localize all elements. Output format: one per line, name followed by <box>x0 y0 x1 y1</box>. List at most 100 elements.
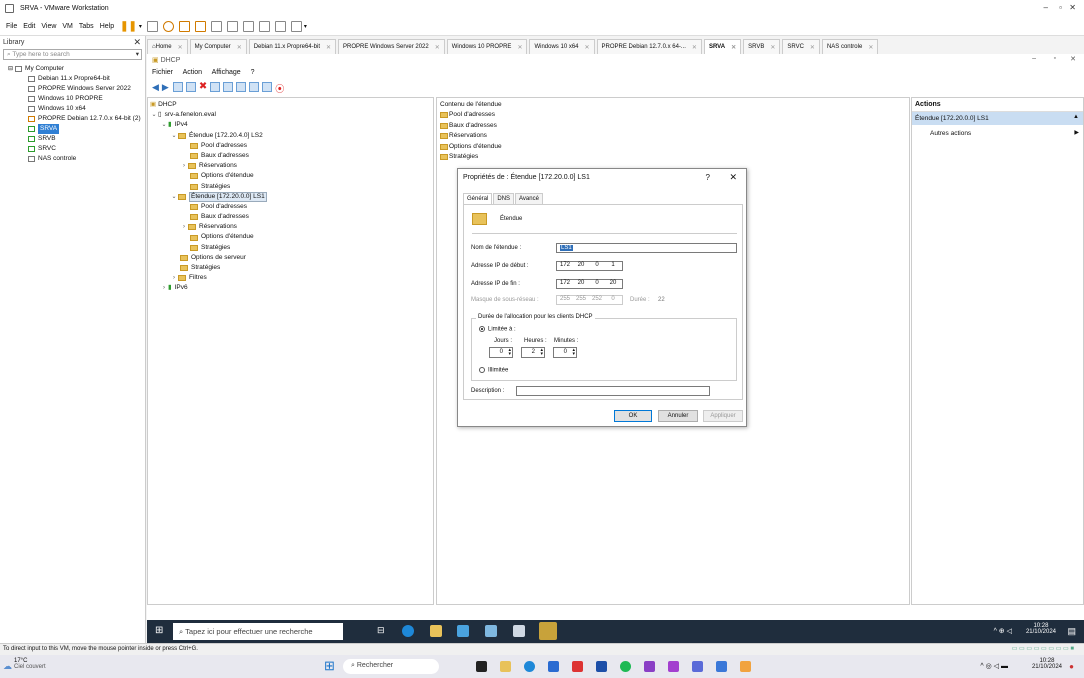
chevron-right-icon[interactable]: › <box>180 222 188 232</box>
tree-item[interactable]: Pool d'adresses <box>148 141 433 151</box>
tab-close-icon[interactable]: ✕ <box>810 44 815 54</box>
menu-file[interactable]: File <box>6 23 17 30</box>
chevron-right-icon[interactable]: › <box>180 161 188 171</box>
windows-start-icon[interactable]: ⊞ <box>155 625 163 636</box>
tab-close-icon[interactable]: ✕ <box>326 44 331 54</box>
menu-tabs[interactable]: Tabs <box>79 23 94 30</box>
content-item[interactable]: Pool d'adresses <box>440 110 906 121</box>
edge-icon[interactable] <box>524 661 535 672</box>
stretch-guest-icon[interactable] <box>290 21 302 32</box>
view-icon[interactable] <box>262 82 273 92</box>
menu-help[interactable]: Help <box>100 23 114 30</box>
app-icon[interactable] <box>692 661 703 672</box>
mmc-menu-fichier[interactable]: Fichier <box>152 69 173 76</box>
pause-icon[interactable]: ❚❚ <box>120 21 137 32</box>
tab-nas-controle[interactable]: NAS controle ✕ <box>821 39 879 54</box>
help-icon[interactable] <box>249 82 260 92</box>
revert-snapshot-icon[interactable] <box>178 21 190 32</box>
spin-arrows-icon[interactable]: ▴ ▾ <box>540 348 543 357</box>
days-spinner[interactable]: 0 ▴ ▾ <box>489 347 513 358</box>
tab-srvb[interactable]: SRVB ✕ <box>743 39 781 54</box>
tab-win10-x64[interactable]: Windows 10 x64 ✕ <box>529 39 595 54</box>
notification-icon[interactable]: ▤ <box>1067 626 1076 637</box>
tab-home[interactable]: ⌂ Home ✕ <box>147 39 188 54</box>
tab-close-icon[interactable]: ✕ <box>517 44 522 54</box>
chevron-down-icon[interactable]: ⌄ <box>150 110 158 120</box>
library-item[interactable]: PROPRE Debian 12.7.0.x 64-bit (2) <box>28 114 145 124</box>
file-explorer-icon[interactable] <box>500 661 511 672</box>
chevron-down-icon[interactable]: ⌄ <box>160 120 168 130</box>
actions-more[interactable]: Autres actions ▶ <box>912 125 1083 140</box>
dialog-close-button[interactable]: ✕ <box>729 172 737 183</box>
tab-my-computer[interactable]: My Computer ✕ <box>189 39 247 54</box>
maximize-icon[interactable]: ▫ <box>1059 3 1062 12</box>
mmc-minimize-icon[interactable]: – <box>1032 55 1036 62</box>
refresh-icon[interactable] <box>223 82 234 92</box>
tree-item[interactable]: Stratégies <box>148 182 433 192</box>
library-item[interactable]: SRVB <box>28 134 145 144</box>
limited-radio[interactable]: Limitée à : <box>479 326 516 333</box>
tree-server-options[interactable]: Options de serveur <box>148 253 433 263</box>
app-icon[interactable] <box>668 661 679 672</box>
guest-search-box[interactable]: ⌕ Tapez ici pour effectuer une recherche <box>173 623 343 640</box>
collapse-icon[interactable]: ▲ <box>1073 114 1079 120</box>
tab-debian12[interactable]: PROPRE Debian 12.7.0.x 64-... ✕ <box>596 39 702 54</box>
edge-icon[interactable] <box>402 625 414 637</box>
ok-button[interactable]: OK <box>614 410 652 422</box>
spin-arrows-icon[interactable]: ▴ ▾ <box>572 348 575 357</box>
notification-bell-icon[interactable]: ● <box>1069 662 1074 671</box>
forward-icon[interactable]: ▶ <box>162 82 169 93</box>
tab-win10-propre[interactable]: Windows 10 PROPRE ✕ <box>446 39 528 54</box>
console-view-icon[interactable] <box>274 21 286 32</box>
start-ip-input[interactable]: 172 20 0 1 <box>556 261 623 271</box>
app-icon[interactable] <box>620 661 631 672</box>
hours-spinner[interactable]: 2 ▴ ▾ <box>521 347 545 358</box>
library-close-icon[interactable]: ✕ <box>133 37 141 48</box>
app-icon[interactable] <box>572 661 583 672</box>
end-ip-input[interactable]: 172 20 0 20 <box>556 279 623 289</box>
tab-debian11[interactable]: Debian 11.x Propre64-bit ✕ <box>248 39 337 54</box>
library-item-srva[interactable]: SRVA <box>28 124 145 134</box>
spin-arrows-icon[interactable]: ▴ ▾ <box>508 348 511 357</box>
system-tray[interactable]: ^ ⊕ ◁ <box>994 627 1012 635</box>
vmware-taskbar-icon[interactable] <box>716 661 727 672</box>
mmc-close-icon[interactable]: ✕ <box>1070 55 1076 63</box>
device-icons[interactable]: ▭ ▭ ▭ ▭ ▭ ▭ ▭ ▭ ■ <box>1012 645 1074 652</box>
tree-item[interactable]: Options d'étendue <box>148 232 433 242</box>
host-system-tray[interactable]: ^ ◎ ◁ ▬ <box>980 662 1008 670</box>
chevron-down-icon[interactable]: ⌄ <box>170 131 178 141</box>
tab-advanced[interactable]: Avancé <box>515 193 543 204</box>
library-item[interactable]: PROPRE Windows Server 2022 <box>28 84 145 94</box>
tree-scope-ls2[interactable]: ⌄ Étendue [172.20.4.0] LS2 <box>148 131 433 141</box>
library-item[interactable]: NAS controle <box>28 154 145 164</box>
tab-close-icon[interactable]: ✕ <box>237 44 242 54</box>
admin-tools-icon[interactable] <box>513 625 525 637</box>
minutes-spinner[interactable]: 0 ▴ ▾ <box>553 347 577 358</box>
weather-icon[interactable]: ☁ <box>3 661 12 672</box>
library-item[interactable]: Debian 11.x Propre64-bit <box>28 74 145 84</box>
tree-filters[interactable]: › Filtres <box>148 273 433 283</box>
unlimited-radio[interactable]: Illimitée <box>479 367 508 374</box>
cancel-button[interactable]: Annuler <box>658 410 698 422</box>
mmc-menu-affichage[interactable]: Affichage <box>212 69 241 76</box>
send-ctrl-alt-del-icon[interactable] <box>146 21 158 32</box>
stop-icon[interactable]: ⦿ <box>275 82 284 94</box>
tree-item[interactable]: Baux d'adresses <box>148 151 433 161</box>
back-icon[interactable]: ◀ <box>152 82 159 93</box>
file-explorer-icon[interactable] <box>430 625 442 637</box>
library-item[interactable]: SRVC <box>28 144 145 154</box>
menu-vm[interactable]: VM <box>62 23 73 30</box>
properties-icon[interactable] <box>210 82 221 92</box>
stretch-dropdown-icon[interactable]: ▾ <box>304 23 307 30</box>
guest-clock[interactable]: 10:28 21/10/2024 <box>1026 623 1056 635</box>
tree-ipv6[interactable]: › ▮ IPv6 <box>148 283 433 293</box>
close-icon[interactable]: ✕ <box>1069 3 1076 12</box>
scope-name-input[interactable]: LS1 <box>556 243 737 253</box>
minimize-icon[interactable]: – <box>1044 3 1048 12</box>
description-input[interactable] <box>516 386 710 396</box>
tab-close-icon[interactable]: ✕ <box>435 44 440 54</box>
thumbnail-bar-icon[interactable] <box>226 21 238 32</box>
tree-item[interactable]: Baux d'adresses <box>148 212 433 222</box>
chevron-right-icon[interactable]: › <box>170 273 178 283</box>
up-folder-icon[interactable] <box>172 82 183 92</box>
